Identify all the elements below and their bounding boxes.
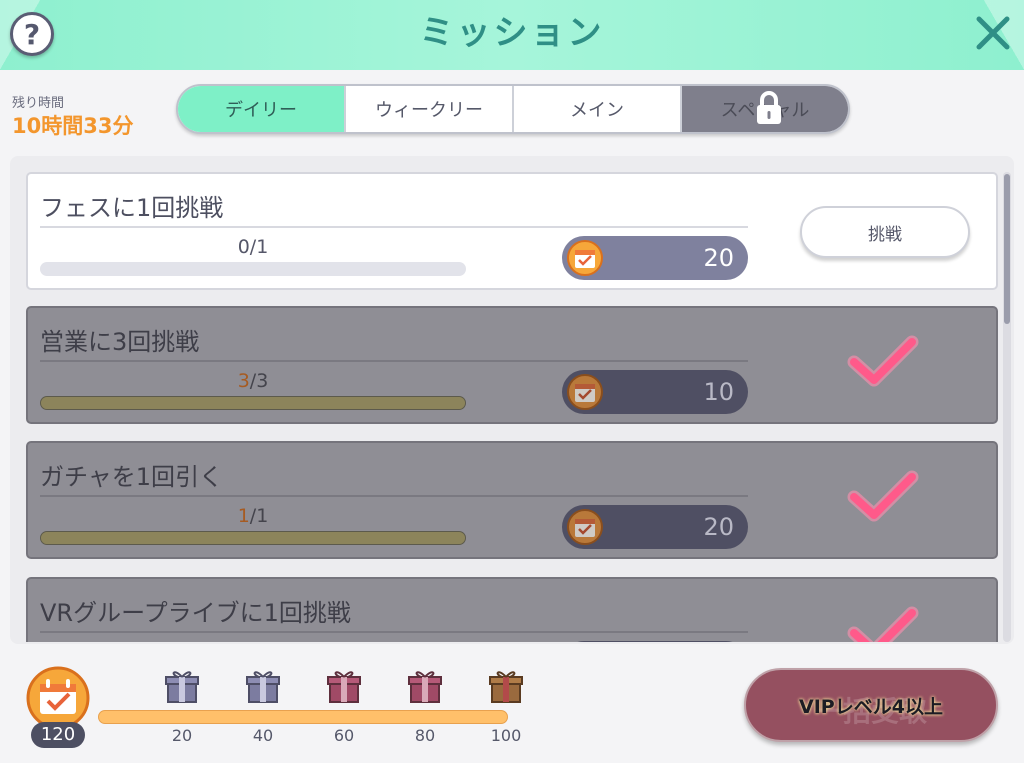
mission-progress-text: 0/1 — [40, 236, 466, 258]
milestone-label: 60 — [333, 726, 355, 745]
reward-pill: 20 — [562, 505, 748, 549]
milestone-label: 80 — [414, 726, 436, 745]
reward-value: 20 — [703, 513, 734, 541]
reward-value: 20 — [703, 244, 734, 272]
milestone-label: 40 — [252, 726, 274, 745]
time-left-value: 10時間33分 — [12, 114, 134, 138]
challenge-button[interactable]: 挑戦 — [800, 206, 970, 258]
reward-pill: 10 — [562, 370, 748, 414]
divider — [40, 226, 748, 228]
close-icon[interactable] — [974, 14, 1012, 52]
progress-current: 0 — [237, 236, 250, 258]
mission-title: ガチャを1回引く — [40, 463, 224, 491]
mission-title: 営業に3回挑戦 — [40, 328, 200, 356]
gift-icon — [489, 671, 523, 703]
milestone-label: 100 — [490, 726, 522, 745]
mission-point-icon — [26, 666, 90, 730]
mission-item: フェスに1回挑戦 0/1 20 挑戦 — [26, 172, 998, 290]
progress-fill — [41, 397, 465, 409]
mission-title: フェスに1回挑戦 — [40, 194, 224, 222]
reward-pill: 20 — [562, 236, 748, 280]
tab-daily-label: デイリー — [225, 100, 297, 121]
mission-point-icon — [567, 509, 603, 545]
gift-icon — [165, 671, 199, 703]
gift-icon — [246, 671, 280, 703]
tab-weekly[interactable]: ウィークリー — [344, 86, 512, 132]
lock-icon — [757, 91, 781, 124]
mission-item: ガチャを1回引く 1/1 20 — [26, 441, 998, 559]
reward-value: 10 — [703, 378, 734, 406]
vip-requirement-label: VIPレベル4以上 — [799, 695, 943, 718]
tab-daily[interactable]: デイリー — [178, 86, 344, 132]
progress-current: 1 — [237, 505, 250, 527]
mission-progress-bar — [40, 262, 466, 276]
receive-all-button[interactable]: 一括受取 VIPレベル4以上 — [744, 668, 998, 742]
mission-progress-bar — [40, 396, 466, 410]
page-title: ミッション — [419, 13, 605, 53]
progress-current: 3 — [237, 370, 250, 392]
mission-item: 営業に3回挑戦 3/3 10 — [26, 306, 998, 424]
mission-point-icon — [567, 374, 603, 410]
milestone-label: 20 — [171, 726, 193, 745]
progress-total: /3 — [249, 370, 269, 392]
tab-main-label: メイン — [570, 100, 624, 121]
tab-weekly-label: ウィークリー — [375, 100, 483, 121]
mission-point-icon — [567, 240, 603, 276]
check-icon — [847, 470, 919, 522]
time-left-label: 残り時間 — [12, 96, 65, 111]
divider — [40, 495, 748, 497]
divider — [40, 631, 748, 633]
tab-special[interactable]: スペシャル — [680, 86, 848, 132]
scrollbar-thumb[interactable] — [1004, 174, 1010, 324]
gift-icon — [327, 671, 361, 703]
mission-progress-bar — [40, 531, 466, 545]
mission-progress-text: 1/1 — [40, 505, 466, 527]
progress-fill — [41, 532, 465, 544]
points-progress-bar — [98, 710, 508, 724]
divider — [40, 360, 748, 362]
mission-clip: VRグループライブに1回挑戦 — [0, 575, 1024, 642]
points-total: 120 — [31, 722, 85, 748]
progress-total: /1 — [249, 236, 269, 258]
mission-tabs: デイリー ウィークリー メイン スペシャル — [176, 84, 850, 134]
mission-progress-text: 3/3 — [40, 370, 466, 392]
check-icon — [847, 606, 919, 642]
reward-pill — [562, 641, 748, 642]
tab-main[interactable]: メイン — [512, 86, 680, 132]
mission-title: VRグループライブに1回挑戦 — [40, 599, 351, 627]
mission-item: VRグループライブに1回挑戦 — [26, 577, 998, 642]
gift-icon — [408, 671, 442, 703]
progress-total: /1 — [249, 505, 269, 527]
check-icon — [847, 335, 919, 387]
